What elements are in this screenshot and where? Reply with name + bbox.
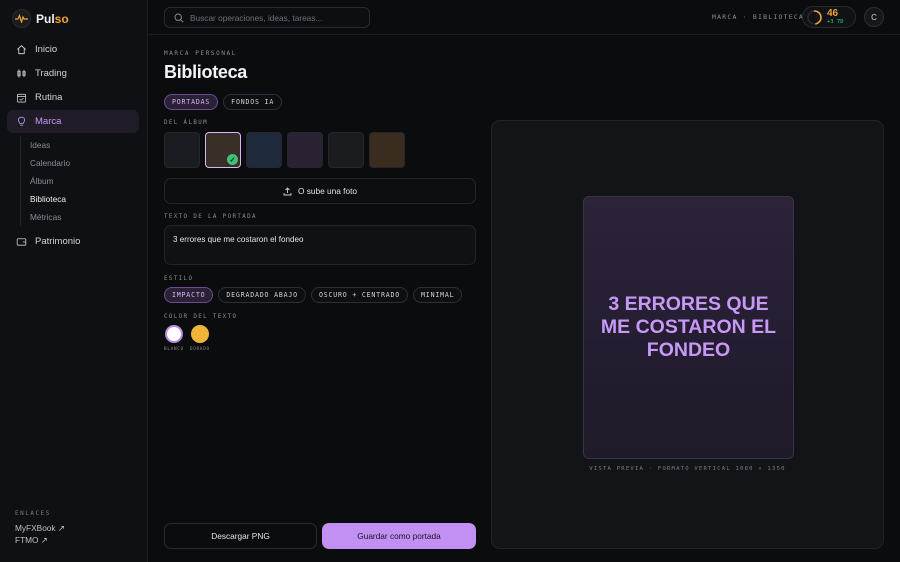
style-impacto[interactable]: IMPACTO — [164, 287, 214, 303]
style-minimal[interactable]: MINIMAL — [413, 287, 463, 303]
nav-item-rutina[interactable]: Rutina — [7, 86, 139, 109]
tab-fondos-ia[interactable]: FONDOS IA — [223, 94, 283, 110]
candles-icon — [17, 69, 26, 78]
search-placeholder: Buscar operaciones, ideas, tareas... — [190, 12, 323, 23]
album-thumbnail[interactable] — [246, 132, 282, 168]
wallet-icon — [16, 238, 27, 246]
page-title: Biblioteca — [164, 62, 248, 82]
subnav-item-biblioteca[interactable]: Biblioteca — [30, 190, 139, 208]
subnav-item-metricas[interactable]: Métricas — [30, 208, 139, 226]
upload-photo-button[interactable]: O sube una foto — [164, 178, 476, 204]
upload-icon — [283, 186, 292, 195]
link-myfxbook[interactable]: MyFXBook ↗ — [15, 523, 65, 535]
cover-tabs: PORTADAS FONDOS IA — [164, 94, 283, 110]
avatar[interactable]: C — [864, 7, 884, 27]
score-widget[interactable]: 46 +3 7D — [802, 6, 856, 28]
album-thumbnail-selected[interactable]: ✓ — [205, 132, 241, 168]
main-nav: Inicio Trading Rutina Marca Ideas Calend… — [7, 38, 139, 254]
score-value: 46 — [827, 7, 839, 19]
preview-panel: 3 ERRORES QUE ME COSTARON EL FONDEO VIST… — [491, 120, 884, 549]
color-label: DORADO — [189, 346, 210, 351]
links-section: ENLACES MyFXBook ↗ FTMO ↗ — [15, 510, 65, 547]
style-label: ESTILO — [164, 276, 194, 282]
page-eyebrow: MARCA PERSONAL — [164, 50, 237, 57]
album-thumbnail[interactable] — [164, 132, 200, 168]
marca-subnav: Ideas Calendario Álbum Biblioteca Métric… — [20, 136, 139, 226]
cover-title: 3 ERRORES QUE ME COSTARON EL FONDEO — [600, 293, 777, 361]
breadcrumb: MARCA · BIBLIOTECA — [712, 13, 805, 21]
nav-label: Inicio — [35, 44, 58, 55]
color-option-blanco[interactable]: BLANCO — [164, 325, 184, 351]
preview-caption: VISTA PREVIA · FORMATO VERTICAL 1080 × 1… — [589, 466, 786, 472]
app-logo[interactable]: Pulso — [12, 9, 69, 28]
home-icon — [17, 45, 26, 55]
app-name: Pulso — [36, 11, 69, 26]
nav-label: Marca — [35, 116, 62, 127]
sidebar: Pulso Inicio Trading Rutina Marca Ideas … — [0, 0, 148, 562]
lightbulb-icon — [17, 116, 26, 126]
style-degradado-abajo[interactable]: DEGRADADO ABAJO — [218, 287, 306, 303]
nav-label: Trading — [35, 68, 67, 79]
check-icon: ✓ — [227, 154, 238, 165]
pulse-icon — [12, 9, 31, 28]
topbar: Buscar operaciones, ideas, tareas... MAR… — [148, 0, 900, 35]
link-ftmo[interactable]: FTMO ↗ — [15, 535, 65, 547]
nav-label: Patrimonio — [35, 236, 81, 247]
color-label: BLANCO — [164, 346, 184, 351]
download-png-button[interactable]: Descargar PNG — [164, 523, 317, 549]
nav-label: Rutina — [35, 92, 63, 103]
album-thumbnail[interactable] — [328, 132, 364, 168]
nav-item-trading[interactable]: Trading — [7, 62, 139, 85]
save-cover-button[interactable]: Guardar como portada — [322, 523, 476, 549]
text-color-options: BLANCO DORADO — [164, 325, 210, 351]
subnav-item-ideas[interactable]: Ideas — [30, 136, 139, 154]
upload-label: O sube una foto — [297, 186, 358, 196]
album-thumbnails: ✓ — [164, 132, 405, 168]
style-options: IMPACTO DEGRADADO ABAJO OSCURO + CENTRAD… — [164, 287, 463, 303]
color-option-dorado[interactable]: DORADO — [190, 325, 210, 351]
nav-item-marca[interactable]: Marca — [7, 110, 139, 133]
cover-preview: 3 ERRORES QUE ME COSTARON EL FONDEO — [583, 196, 794, 459]
search-input[interactable]: Buscar operaciones, ideas, tareas... — [164, 7, 370, 28]
text-color-label: COLOR DEL TEXTO — [164, 314, 238, 320]
nav-item-inicio[interactable]: Inicio — [7, 38, 139, 61]
album-label: DEL ÁLBUM — [164, 120, 209, 126]
subnav-item-calendario[interactable]: Calendario — [30, 154, 139, 172]
tab-portadas[interactable]: PORTADAS — [164, 94, 219, 110]
subnav-item-album[interactable]: Álbum — [30, 172, 139, 190]
nav-item-patrimonio[interactable]: Patrimonio — [7, 230, 139, 253]
album-thumbnail[interactable] — [369, 132, 405, 168]
color-swatch-blanco[interactable] — [164, 325, 183, 343]
cover-text-label: TEXTO DE LA PORTADA — [164, 214, 257, 220]
album-thumbnail[interactable] — [287, 132, 323, 168]
color-swatch-dorado[interactable] — [190, 325, 209, 343]
score-delta: +3 7D — [827, 18, 844, 25]
calendar-check-icon — [16, 93, 27, 103]
links-title: ENLACES — [15, 510, 51, 517]
style-oscuro-centrado[interactable]: OSCURO + CENTRADO — [310, 287, 409, 303]
cover-text-input[interactable]: 3 errores que me costaron el fondeo — [164, 225, 476, 265]
score-ring-icon — [807, 9, 822, 25]
search-icon — [174, 12, 184, 23]
